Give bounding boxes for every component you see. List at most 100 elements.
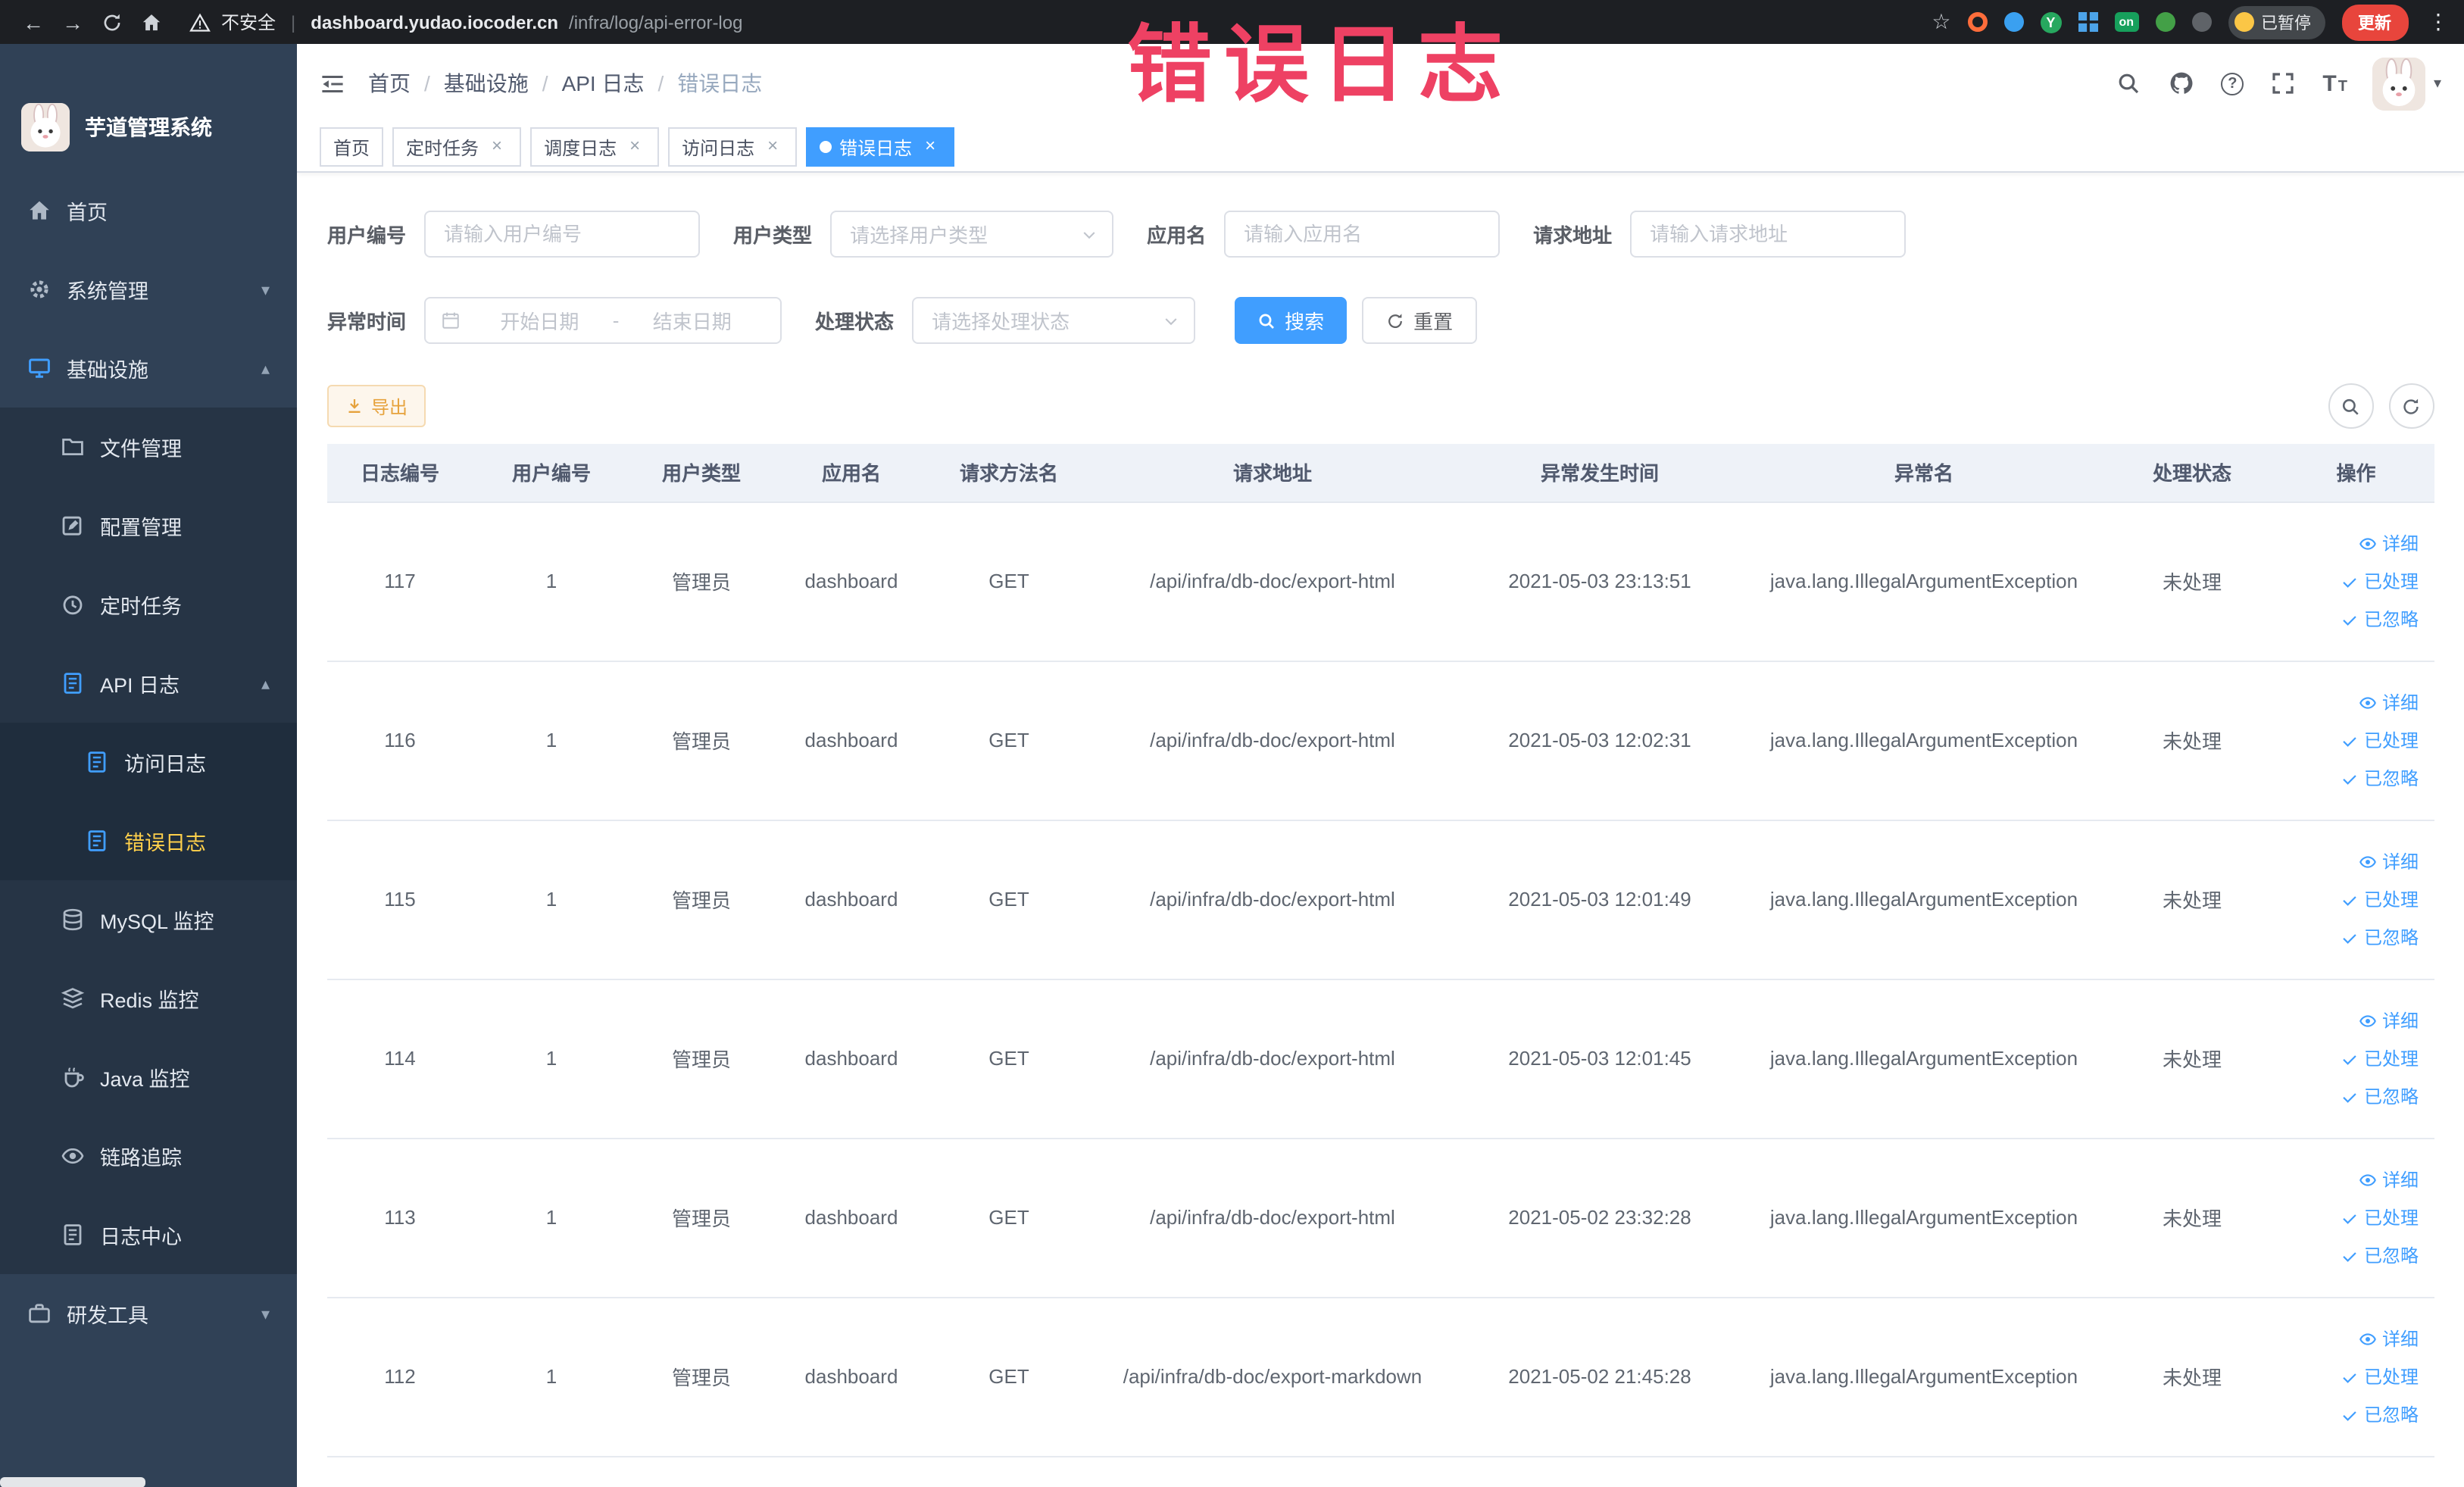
back-icon[interactable]: ← [15, 5, 52, 39]
sidebar-item-devtools[interactable]: 研发工具 ▾ [0, 1274, 297, 1353]
browser-menu-icon[interactable]: ⋮ [2428, 9, 2449, 35]
user-menu[interactable]: ▾ [2372, 57, 2441, 110]
search-button[interactable]: 搜索 [1235, 297, 1348, 344]
extension-blue-icon[interactable] [2003, 12, 2024, 32]
check-icon [2344, 1092, 2357, 1102]
tab-dispatch-log[interactable]: 调度日志 × [530, 127, 660, 167]
tab-access-log[interactable]: 访问日志 × [668, 127, 798, 167]
update-button[interactable]: 更新 [2341, 4, 2408, 40]
font-size-icon[interactable]: TT [2322, 70, 2347, 96]
extension-y-icon[interactable]: Y [2040, 11, 2062, 33]
logo-rabbit-image [21, 103, 70, 152]
action-detail-link[interactable]: 详细 [2359, 1326, 2419, 1351]
tab-error-log[interactable]: 错误日志 × [806, 127, 955, 167]
forward-icon[interactable]: → [55, 5, 91, 39]
action-ignored-link[interactable]: 已忽略 [2341, 1242, 2419, 1268]
action-ignored-link[interactable]: 已忽略 [2341, 765, 2419, 791]
breadcrumb-infrastructure[interactable]: 基础设施 [444, 68, 529, 98]
breadcrumb-home[interactable]: 首页 [368, 68, 411, 98]
cell-user-type: 管理员 [630, 1297, 773, 1457]
check-icon [2344, 1214, 2357, 1223]
cell-method: GET [930, 820, 1088, 979]
paused-badge[interactable]: 已暂停 [2228, 5, 2325, 39]
action-detail-link[interactable]: 详细 [2359, 1007, 2419, 1033]
help-icon[interactable]: ? [2221, 72, 2244, 95]
refresh-button[interactable] [2388, 383, 2434, 429]
github-icon[interactable] [2168, 70, 2195, 97]
sidebar-item-file-management[interactable]: 文件管理 [0, 408, 297, 486]
breadcrumb-current: 错误日志 [677, 71, 763, 95]
breadcrumb-api-log[interactable]: API 日志 [562, 68, 645, 98]
action-processed-link[interactable]: 已处理 [2341, 568, 2419, 594]
tab-close-icon[interactable]: × [624, 136, 645, 158]
action-ignored-link[interactable]: 已忽略 [2341, 924, 2419, 950]
fullscreen-icon[interactable] [2269, 70, 2297, 97]
action-processed-link[interactable]: 已处理 [2341, 1364, 2419, 1389]
tab-home[interactable]: 首页 [320, 127, 384, 167]
tab-close-icon[interactable]: × [920, 136, 941, 158]
extensions-puzzle-icon[interactable] [2191, 12, 2211, 32]
reload-icon[interactable] [94, 5, 130, 39]
request-url-input[interactable] [1630, 211, 1907, 258]
sidebar-item-redis-monitor[interactable]: Redis 监控 [0, 959, 297, 1038]
extension-grid-icon[interactable] [2078, 12, 2098, 32]
menu-fold-icon[interactable] [320, 70, 345, 96]
sidebar-item-mysql-monitor[interactable]: MySQL 监控 [0, 880, 297, 959]
search-icon[interactable] [2115, 70, 2142, 97]
cell-user-id: 1 [473, 820, 630, 979]
mysql-monitor-icon [61, 908, 85, 932]
cell-time: 2021-05-02 23:32:28 [1457, 1138, 1742, 1298]
sidebar-item-access-log[interactable]: 访问日志 [0, 723, 297, 801]
process-status-select[interactable]: 请选择处理状态 [912, 297, 1196, 344]
tab-scheduled-task[interactable]: 定时任务 × [392, 127, 522, 167]
reset-button[interactable]: 重置 [1362, 297, 1478, 344]
sidebar-item-java-monitor[interactable]: Java 监控 [0, 1038, 297, 1117]
logo[interactable]: 芋道管理系统 [0, 44, 297, 171]
extension-ring-icon[interactable] [1967, 12, 1988, 32]
action-detail-link[interactable]: 详细 [2359, 1167, 2419, 1192]
sidebar-item-error-log[interactable]: 错误日志 [0, 801, 297, 880]
sidebar-item-log-center[interactable]: 日志中心 [0, 1195, 297, 1274]
app-name-input[interactable] [1224, 211, 1501, 258]
action-ignored-link[interactable]: 已忽略 [2341, 1401, 2419, 1427]
action-processed-link[interactable]: 已处理 [2341, 886, 2419, 912]
sidebar-scrollbar[interactable] [0, 1476, 145, 1487]
sidebar-item-home[interactable]: 首页 [0, 171, 297, 250]
cell-method: GET [930, 1138, 1088, 1298]
cell-time: 2021-05-03 23:13:51 [1457, 501, 1742, 661]
col-time: 异常发生时间 [1457, 444, 1742, 502]
action-processed-link[interactable]: 已处理 [2341, 1045, 2419, 1071]
tab-close-icon[interactable]: × [762, 136, 783, 158]
action-ignored-link[interactable]: 已忽略 [2341, 606, 2419, 632]
export-button[interactable]: 导出 [327, 385, 426, 427]
bookmark-star-icon[interactable]: ☆ [1932, 9, 1950, 35]
sidebar-item-system-management[interactable]: 系统管理 ▾ [0, 250, 297, 329]
user-type-select[interactable]: 请选择用户类型 [830, 211, 1114, 258]
action-processed-link[interactable]: 已处理 [2341, 727, 2419, 753]
caret-down-icon: ▾ [2433, 75, 2441, 92]
tab-close-icon[interactable]: × [486, 136, 507, 158]
eye-icon [2360, 537, 2377, 549]
exception-time-range-picker[interactable]: 开始日期 - 结束日期 [424, 297, 782, 344]
sidebar-item-api-log[interactable]: API 日志 ▴ [0, 644, 297, 723]
sidebar-item-scheduled-task[interactable]: 定时任务 [0, 565, 297, 644]
cell-app-name: dashboard [773, 1297, 930, 1457]
table-toolbar: 导出 [327, 383, 2434, 429]
action-detail-link[interactable]: 详细 [2359, 689, 2419, 715]
address-bar[interactable]: 不安全 | dashboard.yudao.iocoder.cn/infra/l… [188, 5, 1913, 39]
action-processed-link[interactable]: 已处理 [2341, 1204, 2419, 1230]
action-detail-link[interactable]: 详细 [2359, 530, 2419, 556]
sidebar-item-config-management[interactable]: 配置管理 [0, 486, 297, 565]
api-log-icon [61, 671, 85, 695]
action-detail-link[interactable]: 详细 [2359, 848, 2419, 874]
refresh-icon [2403, 398, 2419, 414]
browser-home-icon[interactable] [133, 5, 170, 39]
search-toggle-button[interactable] [2328, 383, 2373, 429]
extension-on-badge[interactable]: on [2114, 12, 2138, 32]
action-ignored-link[interactable]: 已忽略 [2341, 1083, 2419, 1109]
sidebar-item-trace[interactable]: 链路追踪 [0, 1117, 297, 1195]
extension-leaf-icon[interactable] [2155, 12, 2175, 32]
sidebar-item-infrastructure[interactable]: 基础设施 ▴ [0, 329, 297, 408]
app-name-label: 应用名 [1147, 224, 1207, 247]
user-id-input[interactable] [424, 211, 701, 258]
